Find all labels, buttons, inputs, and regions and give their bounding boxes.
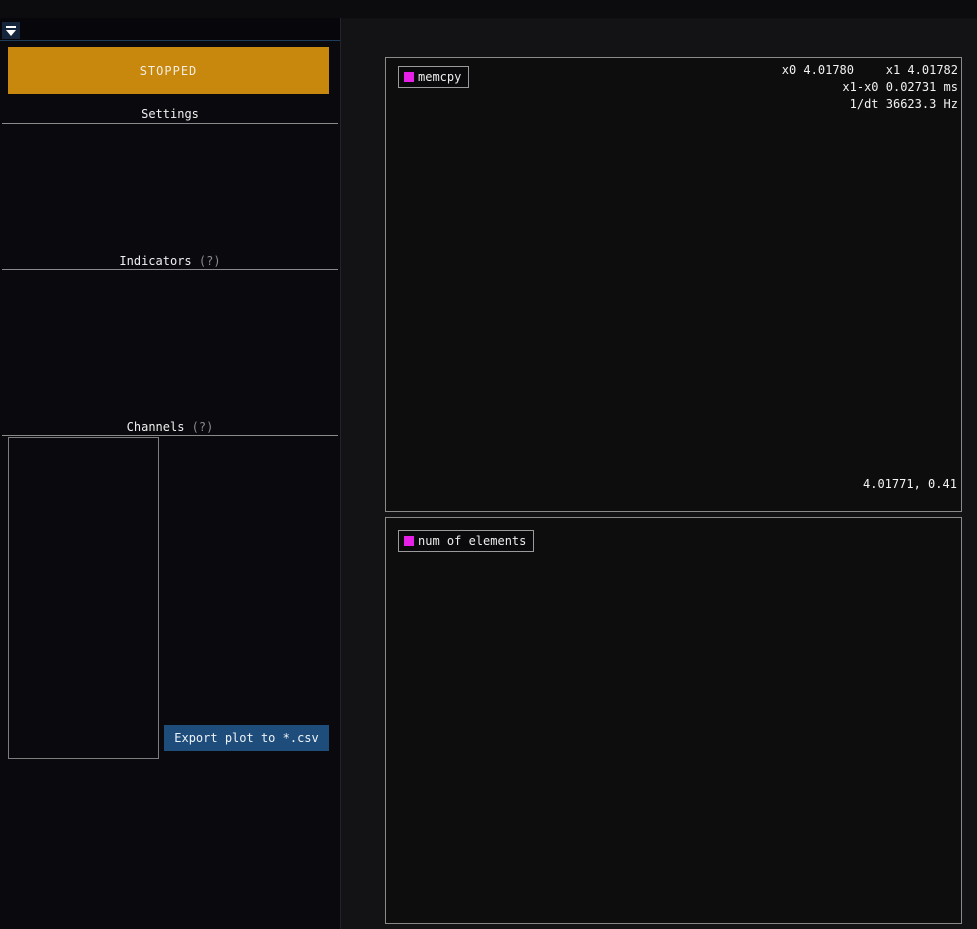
memcpy-series-label: memcpy [418,70,461,84]
legend-memcpy[interactable]: memcpy [398,66,469,88]
memcpy-plot[interactable]: memcpy x0 4.01780 x1 4.01782 x1-x0 0.027… [385,57,962,512]
marker-delta-readout: x1-x0 0.02731 ms [842,80,958,94]
cursor-position-readout: 4.01771, 0.41 [863,477,957,491]
num-of-elements-series-label: num of elements [418,534,526,548]
channels-header: Channels (?) [0,420,340,434]
export-csv-button[interactable]: Export plot to *.csv [164,725,329,751]
indicators-divider [2,269,338,270]
num-of-elements-plot[interactable]: num of elements [385,517,962,924]
indicators-title: Indicators [119,254,191,268]
trace-viewer-window: STOPPED Settings Indicators (?) Channels… [0,0,977,929]
channel-list [8,437,159,759]
tab-list-icon-arrow [6,30,16,36]
tab-list-icon[interactable] [2,22,20,39]
marker-x0-readout: x0 4.01780 [782,63,854,77]
marker-x1-readout: x1 4.01782 [886,63,958,77]
tab-list-icon-bar [6,26,16,28]
indicators-header: Indicators (?) [0,254,340,268]
settings-divider [2,123,338,124]
settings-header: Settings [0,107,340,121]
settings-title: Settings [141,107,199,121]
channels-divider [2,435,338,436]
indicators-help-icon[interactable]: (?) [199,254,221,268]
sidebar: STOPPED Settings Indicators (?) Channels… [0,18,341,929]
marker-frequency-readout: 1/dt 36623.3 Hz [850,97,958,111]
menu-bar [0,0,977,19]
status-button[interactable]: STOPPED [8,47,329,94]
num-of-elements-series-swatch [404,536,414,546]
legend-num-of-elements[interactable]: num of elements [398,530,534,552]
tab-bar [0,18,340,41]
channels-title: Channels [127,420,185,434]
chart-panel: memcpy x0 4.01780 x1 4.01782 x1-x0 0.027… [341,19,977,929]
channels-help-icon[interactable]: (?) [192,420,214,434]
memcpy-series-swatch [404,72,414,82]
